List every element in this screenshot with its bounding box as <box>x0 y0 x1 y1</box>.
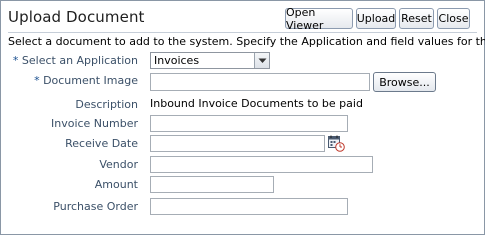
receive-date-label: Receive Date <box>65 137 138 150</box>
application-label: * Select an Application <box>13 54 138 67</box>
purchase-order-label: Purchase Order <box>53 200 138 213</box>
browse-button[interactable]: Browse... <box>373 72 436 92</box>
instructions-text: Select a document to add to the system. … <box>8 35 485 48</box>
purchase-order-field[interactable] <box>150 198 348 215</box>
required-marker: * <box>34 74 40 87</box>
document-image-field[interactable] <box>150 73 370 91</box>
invoice-number-field[interactable] <box>150 115 348 132</box>
upload-button[interactable]: Upload <box>356 8 396 29</box>
close-button[interactable]: Close <box>437 8 470 29</box>
page-title: Upload Document <box>8 8 145 26</box>
receive-date-field[interactable] <box>150 135 325 152</box>
amount-label: Amount <box>94 178 138 191</box>
reset-button[interactable]: Reset <box>399 8 434 29</box>
open-viewer-button[interactable]: Open Viewer <box>285 6 353 32</box>
vendor-field[interactable] <box>150 156 373 173</box>
vendor-label: Vendor <box>99 158 138 171</box>
description-label: Description <box>75 98 138 111</box>
document-image-label-text: Document Image <box>43 74 138 87</box>
application-select-value: Invoices <box>154 54 200 67</box>
calendar-icon[interactable] <box>328 135 345 152</box>
chevron-down-icon[interactable] <box>254 53 269 68</box>
description-value: Inbound Invoice Documents to be paid <box>150 97 363 110</box>
required-marker: * <box>12 54 19 67</box>
application-select[interactable]: Invoices <box>150 52 270 69</box>
document-image-label: * Document Image <box>34 74 138 87</box>
title-divider <box>8 32 477 33</box>
application-label-text: Select an Application <box>21 54 138 67</box>
upload-document-panel: Upload Document Open Viewer Upload Reset… <box>0 0 485 235</box>
amount-field[interactable] <box>150 176 274 193</box>
invoice-number-label: Invoice Number <box>50 117 138 130</box>
